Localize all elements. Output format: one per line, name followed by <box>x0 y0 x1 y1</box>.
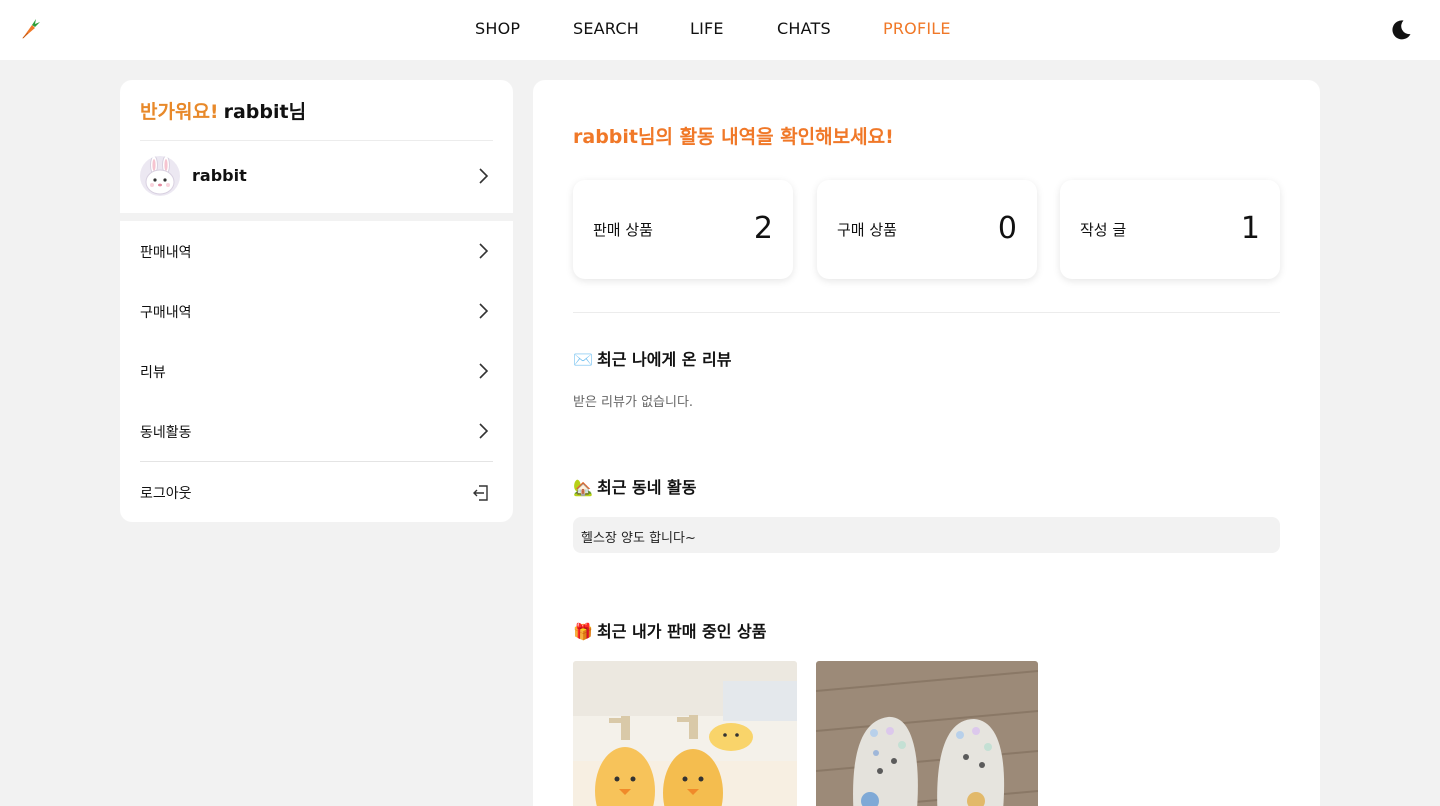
gift-icon: 🎁 <box>573 622 593 641</box>
greeting-username: rabbit님 <box>223 101 307 123</box>
post-title: 헬스장 양도 합니다~ <box>581 531 696 546</box>
stat-post-count[interactable]: 작성 글 1 <box>1060 180 1280 279</box>
chevron-right-icon <box>476 303 490 319</box>
nav-profile[interactable]: PROFILE <box>883 19 951 38</box>
neighborhood-section-title: 🏡 최근 동네 활동 <box>573 474 696 498</box>
page-title: rabbit님의 활동 내역을 확인해보세요! <box>573 126 894 148</box>
moon-icon[interactable] <box>1389 18 1413 42</box>
house-icon: 🏡 <box>573 478 593 497</box>
stat-label: 작성 글 <box>1080 221 1127 239</box>
chevron-right-icon <box>476 363 490 379</box>
selling-section-title: 🎁 최근 내가 판매 중인 상품 <box>573 618 766 642</box>
product-thumbnail[interactable] <box>573 661 797 806</box>
menu-purchase-history[interactable]: 구매내역 <box>120 281 513 341</box>
stat-selling-count[interactable]: 판매 상품 2 <box>573 180 793 279</box>
section-title-text: 최근 동네 활동 <box>597 478 697 497</box>
chevron-right-icon <box>476 423 490 439</box>
chevron-right-icon <box>476 243 490 259</box>
reviews-empty-message: 받은 리뷰가 없습니다. <box>573 395 694 410</box>
menu-label: 판매내역 <box>140 245 192 261</box>
carrot-icon[interactable] <box>19 17 41 41</box>
activity-panel: rabbit님의 활동 내역을 확인해보세요! 판매 상품 2 구매 상품 0 … <box>533 80 1320 806</box>
stat-label: 판매 상품 <box>593 221 653 239</box>
profile-name: rabbit <box>192 166 247 185</box>
stat-value: 1 <box>1240 211 1260 246</box>
stat-label: 구매 상품 <box>837 221 897 239</box>
envelope-icon: ✉️ <box>573 350 593 369</box>
stat-value: 0 <box>997 211 1017 246</box>
menu-sales-history[interactable]: 판매내역 <box>120 221 513 281</box>
section-title-text: 최근 나에게 온 리뷰 <box>597 350 732 369</box>
menu-reviews[interactable]: 리뷰 <box>120 341 513 401</box>
menu-label: 구매내역 <box>140 305 192 321</box>
logout-label: 로그아웃 <box>140 486 192 502</box>
profile-link[interactable]: rabbit <box>120 141 513 213</box>
section-title-text: 최근 내가 판매 중인 상품 <box>597 622 767 641</box>
product-thumbnail[interactable] <box>816 661 1038 806</box>
profile-sidebar: 반가워요! rabbit님 rabbit 판매내역 구매내역 리뷰 동네활동 로… <box>120 80 513 522</box>
greeting: 반가워요! rabbit님 <box>140 97 306 124</box>
top-nav: SHOP SEARCH LIFE CHATS PROFILE <box>0 0 1440 60</box>
logout-button[interactable]: 로그아웃 <box>120 462 513 522</box>
menu-label: 리뷰 <box>140 365 166 381</box>
reviews-section-title: ✉️ 최근 나에게 온 리뷰 <box>573 346 731 370</box>
stat-purchase-count[interactable]: 구매 상품 0 <box>817 180 1037 279</box>
nav-chats[interactable]: CHATS <box>777 19 831 38</box>
greeting-hello: 반가워요! <box>140 101 219 123</box>
section-separator <box>120 213 513 221</box>
rabbit-avatar <box>140 156 180 196</box>
neighborhood-post[interactable]: 헬스장 양도 합니다~ <box>573 517 1280 553</box>
nav-search[interactable]: SEARCH <box>573 19 639 38</box>
divider <box>573 312 1280 313</box>
chevron-right-icon <box>476 168 490 184</box>
menu-neighborhood-activity[interactable]: 동네활동 <box>120 401 513 461</box>
nav-life[interactable]: LIFE <box>690 19 724 38</box>
logout-icon <box>472 484 490 502</box>
stat-value: 2 <box>753 211 773 246</box>
nav-shop[interactable]: SHOP <box>475 19 520 38</box>
menu-label: 동네활동 <box>140 425 192 441</box>
